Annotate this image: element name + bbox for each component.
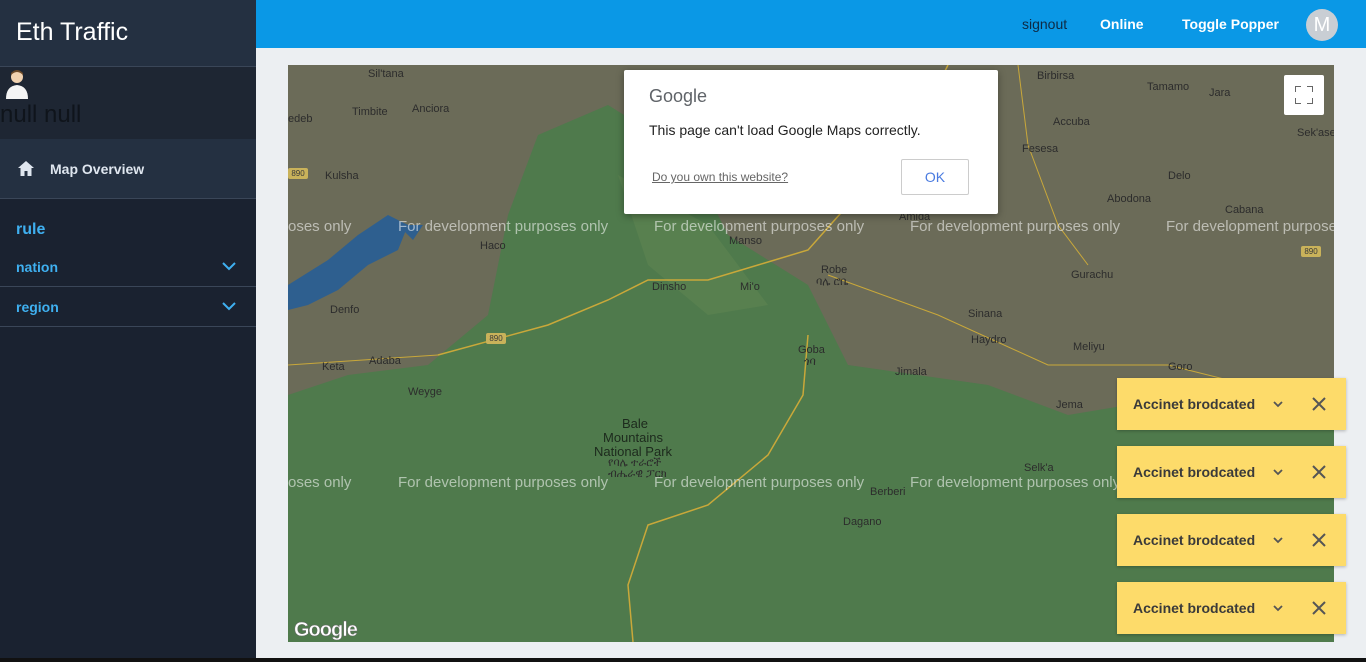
user-name: null null — [0, 101, 82, 128]
dialog-google-logo: Google — [649, 86, 708, 106]
menu-region-label: region — [16, 298, 59, 315]
chevron-down-icon[interactable] — [1271, 465, 1285, 479]
map-place-label: Gurachu — [1071, 269, 1114, 281]
dev-watermark: oses only — [288, 218, 352, 235]
rule-heading[interactable]: rule — [0, 199, 256, 247]
fullscreen-button[interactable] — [1284, 75, 1324, 115]
map-place-label: Jara — [1209, 87, 1231, 99]
map-place-label: Tamamo — [1147, 81, 1190, 93]
map-place-label: Goro — [1168, 361, 1193, 373]
map-place-label: Haydro — [971, 334, 1007, 346]
dev-watermark: oses only — [288, 474, 352, 491]
dev-watermark: For development purposes only — [398, 474, 609, 491]
signout-link[interactable]: signout — [1022, 16, 1067, 32]
chevron-down-icon[interactable] — [1271, 601, 1285, 615]
dialog-ok-button[interactable]: OK — [901, 159, 969, 195]
map-place-label: Adaba — [369, 355, 401, 367]
nav-map-overview[interactable]: Map Overview — [0, 139, 256, 199]
close-icon[interactable] — [1311, 396, 1327, 412]
map-place-label: Denfo — [330, 304, 360, 316]
toggle-popper-button[interactable]: Toggle Popper — [1182, 16, 1279, 32]
map-place-label: Sek'ase — [1297, 127, 1334, 139]
toast-message: Accinet brodcated — [1133, 600, 1256, 616]
chevron-down-icon — [222, 262, 236, 271]
map-place-label: Sinana — [968, 308, 1003, 320]
notification-toast: Accinet brodcated — [1117, 446, 1346, 498]
bottom-scrollbar[interactable] — [0, 658, 1366, 662]
chevron-down-icon[interactable] — [1271, 397, 1285, 411]
dev-watermark: For development purposes only — [910, 218, 1121, 235]
own-website-link[interactable]: Do you own this website? — [652, 170, 788, 184]
close-icon[interactable] — [1311, 532, 1327, 548]
map-park-label: Bale — [622, 416, 649, 431]
dev-watermark: For development purposes only — [654, 474, 865, 491]
notification-toast: Accinet brodcated — [1117, 378, 1346, 430]
top-bar: signout Online Toggle Popper M — [256, 0, 1366, 48]
toast-message: Accinet brodcated — [1133, 396, 1256, 412]
map-park-label: Mountains — [603, 430, 663, 445]
map-place-label: Jimala — [895, 366, 927, 378]
user-avatar-icon — [6, 70, 28, 99]
map-place-label: Dagano — [843, 516, 882, 528]
map-place-label: Anciora — [412, 103, 450, 115]
map-place-label: Fesesa — [1022, 143, 1059, 155]
dev-watermark: For development purposes only — [398, 218, 609, 235]
close-icon[interactable] — [1311, 464, 1327, 480]
map-place-label: Birbirsa — [1037, 70, 1075, 82]
fullscreen-icon — [1295, 86, 1313, 104]
map-place-label: Robe — [821, 264, 848, 276]
map-place-label: Abodona — [1107, 193, 1152, 205]
map-place-label: edeb — [288, 113, 313, 125]
chevron-down-icon[interactable] — [1271, 533, 1285, 547]
app-brand: Eth Traffic — [0, 0, 256, 67]
google-logo: Google — [294, 619, 358, 642]
map-place-label: Selk'a — [1024, 462, 1054, 474]
map-place-label: Cabana — [1225, 204, 1264, 216]
map-place-label: Timbite — [352, 106, 388, 118]
chevron-down-icon — [222, 302, 236, 311]
map-place-label: Mi'o — [740, 281, 760, 293]
map-place-label: Goba — [798, 344, 825, 356]
map-place-label: Delo — [1168, 170, 1191, 182]
map-place-label: Sil'tana — [368, 68, 404, 80]
nav-map-overview-label: Map Overview — [50, 160, 145, 177]
maps-error-dialog: Google This page can't load Google Maps … — [624, 70, 998, 214]
home-icon — [18, 161, 34, 176]
map-place-label: Accuba — [1053, 116, 1090, 128]
dialog-message: This page can't load Google Maps correct… — [649, 122, 921, 138]
dev-watermark: For development purpose — [1166, 218, 1334, 235]
road-number: 890 — [1301, 246, 1321, 257]
notification-toast: Accinet brodcated — [1117, 582, 1346, 634]
map-place-label: ጎባ — [804, 356, 816, 368]
map-place-label: Jema — [1056, 399, 1083, 411]
map-place-label: Manso — [729, 235, 763, 247]
menu-nation-label: nation — [16, 258, 58, 275]
road-number: 890 — [486, 333, 506, 344]
toast-message: Accinet brodcated — [1133, 532, 1256, 548]
notification-toast: Accinet brodcated — [1117, 514, 1346, 566]
road-number: 890 — [288, 168, 308, 179]
user-panel: null null — [0, 67, 256, 139]
close-icon[interactable] — [1311, 600, 1327, 616]
map-place-label: Berberi — [870, 486, 906, 498]
toast-message: Accinet brodcated — [1133, 464, 1256, 480]
map-place-label: Meliyu — [1073, 341, 1105, 353]
map-place-label: Weyge — [408, 386, 443, 398]
sidebar: Eth Traffic null null Map Overview rule … — [0, 0, 256, 662]
menu-region[interactable]: region — [0, 287, 256, 327]
menu-nation[interactable]: nation — [0, 247, 256, 287]
map-place-label: Keta — [322, 361, 345, 373]
map-place-label: ባሌ ሮቤ — [816, 276, 849, 288]
map-place-label: Kulsha — [325, 170, 359, 182]
dev-watermark: For development purposes only — [654, 218, 865, 235]
account-avatar[interactable]: M — [1306, 9, 1338, 41]
map-place-label: Dinsho — [652, 281, 687, 293]
map-place-label: Haco — [480, 240, 506, 252]
online-status[interactable]: Online — [1100, 16, 1144, 32]
dev-watermark: For development purposes only — [910, 474, 1121, 491]
